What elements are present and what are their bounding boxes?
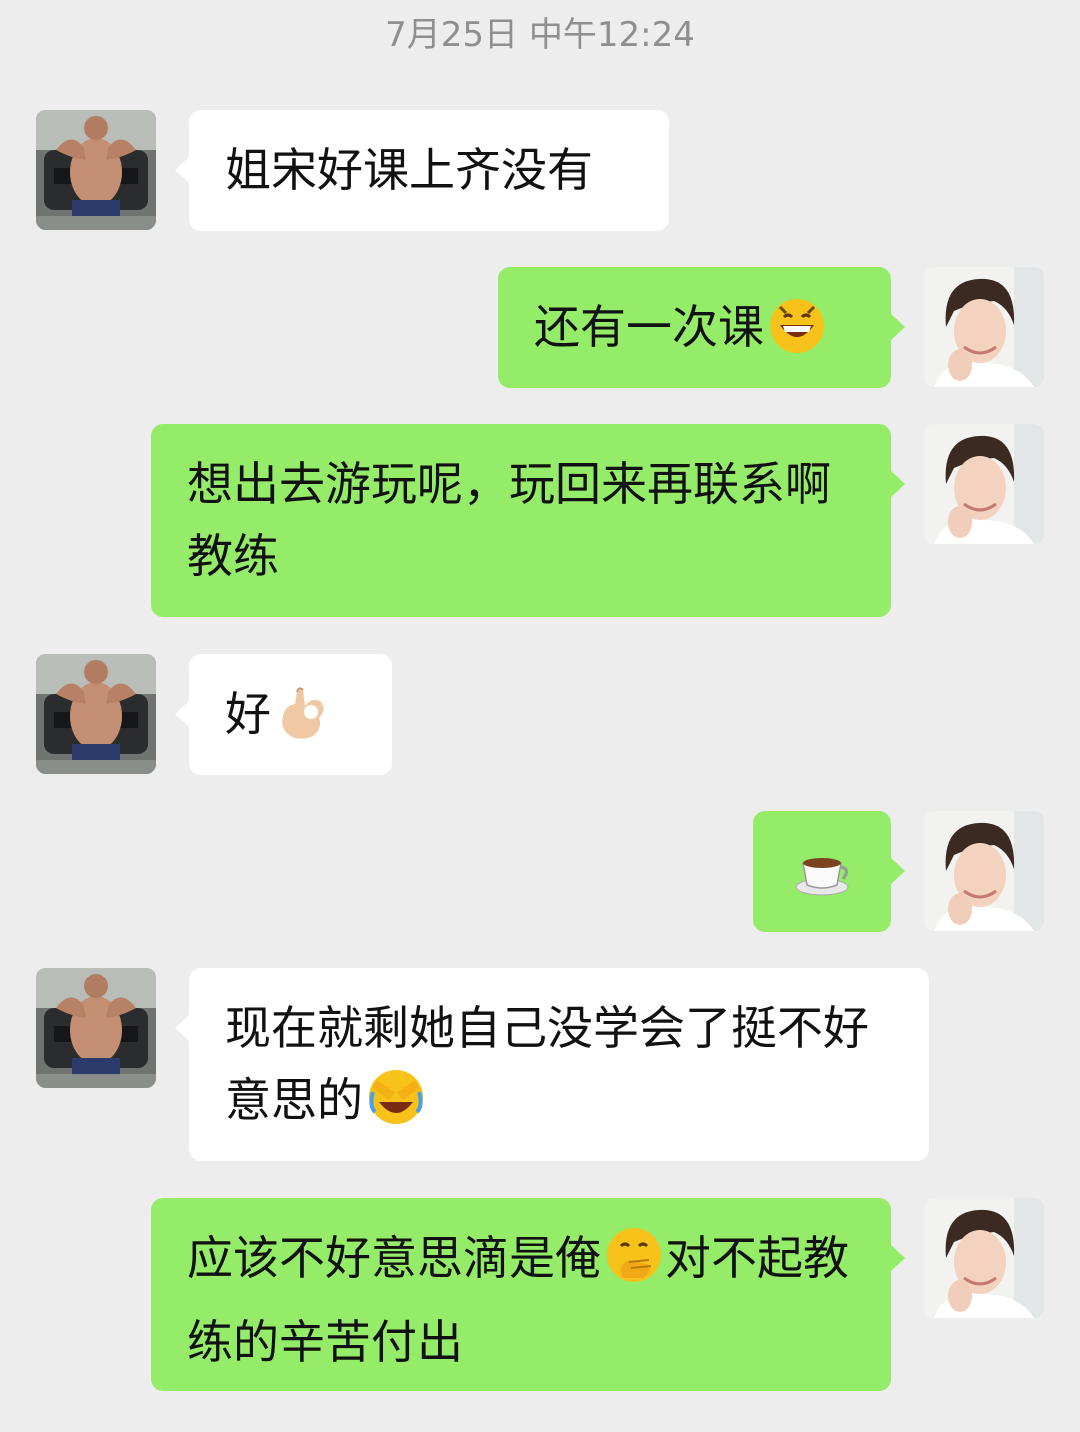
my-avatar[interactable] [924, 1198, 1044, 1318]
outgoing-message-bubble[interactable]: 想出去游玩呢，玩回来再联系啊教练 [151, 424, 905, 617]
contact-avatar[interactable] [36, 968, 156, 1088]
ok-hand-emoji [273, 682, 333, 762]
outgoing-message-bubble[interactable] [753, 811, 905, 932]
contact-avatar[interactable] [36, 110, 156, 230]
message-text: 现在就剩她自己没学会了挺不好意思的 [225, 1001, 869, 1127]
coffee-emoji [791, 837, 853, 919]
message-text: 好 [225, 687, 271, 741]
message-text: 应该不好意思滴是俺 [187, 1231, 601, 1285]
incoming-message-bubble[interactable]: 姐宋好课上齐没有 [175, 110, 669, 231]
incoming-message-bubble[interactable]: 现在就剩她自己没学会了挺不好意思的 [175, 968, 929, 1161]
message-text: 想出去游玩呢，玩回来再联系啊教练 [187, 457, 831, 583]
facepalm-laugh-emoji [365, 1066, 427, 1148]
grin-emoji [766, 293, 828, 375]
my-avatar[interactable] [924, 424, 1044, 544]
message-text: 姐宋好课上齐没有 [225, 143, 593, 197]
contact-avatar[interactable] [36, 654, 156, 774]
my-avatar[interactable] [924, 811, 1044, 931]
outgoing-message-bubble[interactable]: 应该不好意思滴是俺 对不起教练的辛苦付出 [151, 1198, 905, 1391]
outgoing-message-bubble[interactable]: 还有一次课 [498, 267, 905, 388]
my-avatar[interactable] [924, 267, 1044, 387]
thinking-hand-mouth-emoji [603, 1224, 665, 1306]
chat-timestamp: 7月25日 中午12:24 [385, 15, 695, 55]
incoming-message-bubble[interactable]: 好 [175, 654, 392, 775]
message-text: 还有一次课 [534, 300, 764, 354]
